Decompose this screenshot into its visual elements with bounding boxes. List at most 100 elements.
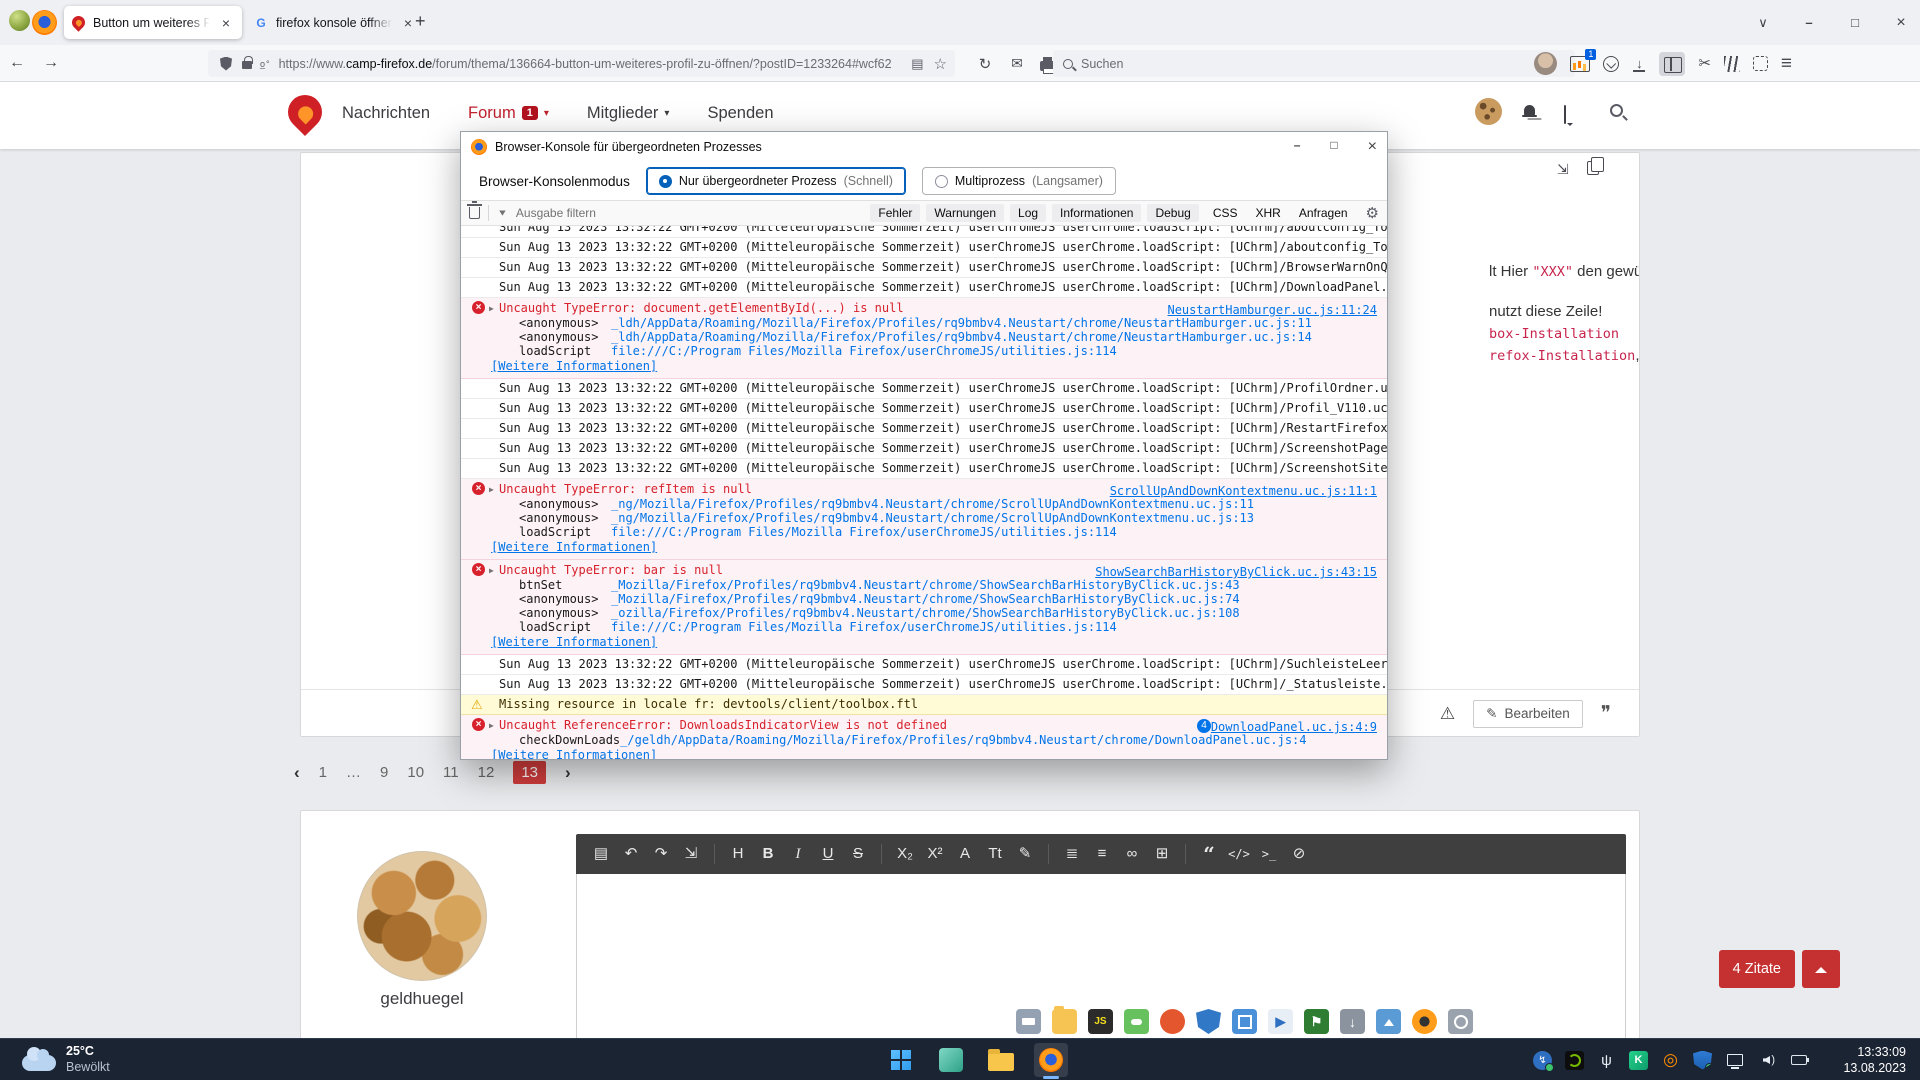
filter-toggle-css[interactable]: CSS: [1207, 204, 1244, 222]
console-mode-option[interactable]: Multiprozess(Langsamer): [922, 167, 1116, 195]
prev-page-icon[interactable]: [294, 763, 300, 783]
printer-status-icon[interactable]: [1016, 1009, 1041, 1034]
filter-button-debug[interactable]: Debug: [1147, 204, 1198, 222]
start-button[interactable]: [884, 1043, 918, 1077]
library-icon[interactable]: [1724, 56, 1740, 72]
volume-tray-icon[interactable]: [1757, 1051, 1776, 1070]
mail-icon[interactable]: [1008, 55, 1026, 72]
expand-caret-icon[interactable]: [489, 718, 494, 734]
flag-status-icon[interactable]: [1304, 1009, 1329, 1034]
permissions-icon[interactable]: [260, 59, 271, 69]
tab-close-icon[interactable]: [218, 15, 234, 31]
report-warning-icon[interactable]: [1440, 704, 1455, 724]
console-close-button[interactable]: [1368, 138, 1377, 156]
expand-caret-icon[interactable]: [489, 301, 494, 317]
stack-source-link[interactable]: file:///C:/Program Files/Mozilla Firefox…: [611, 344, 1117, 358]
filter-input[interactable]: Ausgabe filtern: [516, 206, 863, 220]
forum-nav-forum[interactable]: Forum1: [468, 104, 549, 123]
download-status-icon[interactable]: [1340, 1009, 1365, 1034]
play-status-icon[interactable]: [1268, 1009, 1293, 1034]
folder-status-icon[interactable]: [1052, 1009, 1077, 1034]
fullscreen-icon[interactable]: ⇲: [678, 834, 704, 874]
browser-tab[interactable]: firefox konsole öffnen - Google: [246, 6, 424, 39]
forum-search-icon[interactable]: [1610, 104, 1623, 117]
back-button[interactable]: [0, 54, 34, 72]
table-icon[interactable]: ⊞: [1149, 834, 1175, 874]
image-status-icon[interactable]: [1376, 1009, 1401, 1034]
learn-more-link[interactable]: [Weitere Informationen]: [491, 359, 657, 373]
lens-status-icon[interactable]: [1412, 1009, 1437, 1034]
js-status-icon[interactable]: JS: [1088, 1009, 1113, 1034]
screenshot-scissors-icon[interactable]: [1698, 54, 1711, 73]
stack-source-link[interactable]: _Mozilla/Firefox/Profiles/rq9bmbv4.Neust…: [611, 592, 1240, 606]
quote-icon[interactable]: [1601, 702, 1611, 725]
firefox-logo-icon[interactable]: [32, 10, 57, 35]
page-number[interactable]: 1: [319, 764, 327, 781]
audio-manager-tray-icon[interactable]: [1533, 1051, 1552, 1070]
stack-source-link[interactable]: _ldh/AppData/Roaming/Mozilla/Firefox/Pro…: [611, 330, 1312, 344]
cube-status-icon[interactable]: [1232, 1009, 1257, 1034]
tab-close-icon[interactable]: [400, 15, 416, 31]
user-avatar[interactable]: [1475, 98, 1502, 125]
defender-tray-icon[interactable]: [1693, 1051, 1712, 1070]
align-icon[interactable]: ≡: [1089, 834, 1115, 874]
italic-icon[interactable]: I: [785, 834, 811, 874]
page-number[interactable]: 10: [407, 764, 424, 781]
browser-tab[interactable]: Button um weiteres Profil zu öff: [64, 6, 242, 39]
font-color-icon[interactable]: A: [952, 834, 978, 874]
downloads-icon[interactable]: [1632, 56, 1646, 72]
filter-button-warnungen[interactable]: Warnungen: [926, 204, 1004, 222]
filter-button-informationen[interactable]: Informationen: [1052, 204, 1141, 222]
forum-nav-mitglieder[interactable]: Mitglieder: [587, 104, 670, 123]
error-source-link[interactable]: DownloadPanel.uc.js:4:9: [1211, 719, 1377, 735]
link-icon[interactable]: ∞: [1119, 834, 1145, 874]
expand-icon[interactable]: [1557, 161, 1573, 177]
spoiler-icon[interactable]: ⊘: [1286, 834, 1312, 874]
camp-firefox-logo-icon[interactable]: [288, 95, 322, 129]
lock-icon[interactable]: [242, 61, 252, 69]
pocket-icon[interactable]: [1603, 56, 1619, 72]
gear-icon[interactable]: [1366, 204, 1379, 222]
console-minimize-button[interactable]: [1294, 138, 1301, 156]
forward-button[interactable]: [34, 54, 68, 72]
stack-source-link[interactable]: file:///C:/Program Files/Mozilla Firefox…: [611, 620, 1117, 634]
undo-icon[interactable]: ↶: [618, 834, 644, 874]
copy-icon[interactable]: [1587, 161, 1599, 175]
page-number[interactable]: 13: [513, 761, 546, 784]
superscript-icon[interactable]: X²: [922, 834, 948, 874]
extension-icon[interactable]: [1753, 56, 1768, 71]
page-number[interactable]: 9: [380, 764, 388, 781]
error-source-link[interactable]: ScrollUpAndDownKontextmenu.uc.js:11:1: [1110, 483, 1377, 499]
expand-caret-icon[interactable]: [489, 482, 494, 498]
desktop-icon[interactable]: [9, 10, 30, 31]
page-number[interactable]: 12: [478, 764, 495, 781]
error-source-link[interactable]: NeustartHamburger.uc.js:11:24: [1167, 302, 1377, 318]
quote-icon[interactable]: “: [1196, 834, 1222, 874]
console-maximize-button[interactable]: [1330, 138, 1337, 156]
filter-button-fehler[interactable]: Fehler: [870, 204, 920, 222]
page-number[interactable]: 11: [443, 764, 459, 781]
sidebar-icon[interactable]: [1659, 52, 1685, 76]
subscript-icon[interactable]: X₂: [892, 834, 918, 874]
stack-source-link[interactable]: _ng/Mozilla/Firefox/Profiles/rq9bmbv4.Ne…: [611, 511, 1254, 525]
learn-more-link[interactable]: [Weitere Informationen]: [491, 540, 657, 554]
filter-button-log[interactable]: Log: [1010, 204, 1046, 222]
filter-toggle-anfragen[interactable]: Anfragen: [1293, 204, 1354, 222]
learn-more-link[interactable]: [Weitere Informationen]: [491, 748, 657, 759]
new-tab-button[interactable]: [415, 11, 426, 32]
weather-widget[interactable]: 25°C Bewölkt: [22, 1043, 110, 1076]
bookmark-star-icon[interactable]: [934, 55, 947, 73]
forum-nav-spenden[interactable]: Spenden: [707, 104, 773, 123]
stats-monitor-icon[interactable]: 1: [1570, 56, 1590, 72]
kaspersky-tray-icon[interactable]: K: [1629, 1051, 1648, 1070]
clear-console-trash-icon[interactable]: [469, 207, 480, 219]
stack-source-link[interactable]: _ng/Mozilla/Firefox/Profiles/rq9bmbv4.Ne…: [611, 497, 1254, 511]
author-avatar[interactable]: [357, 851, 487, 981]
expand-caret-icon[interactable]: [489, 563, 494, 579]
inline-code-icon[interactable]: >_: [1256, 834, 1282, 874]
console-mode-option[interactable]: Nur übergeordneter Prozess(Schnell): [646, 167, 906, 195]
next-page-icon[interactable]: [565, 763, 571, 783]
insert-template-icon[interactable]: ▤: [588, 834, 614, 874]
url-bar[interactable]: https://www.camp-firefox.de/forum/thema/…: [208, 50, 955, 77]
file-explorer-icon[interactable]: [984, 1043, 1018, 1077]
